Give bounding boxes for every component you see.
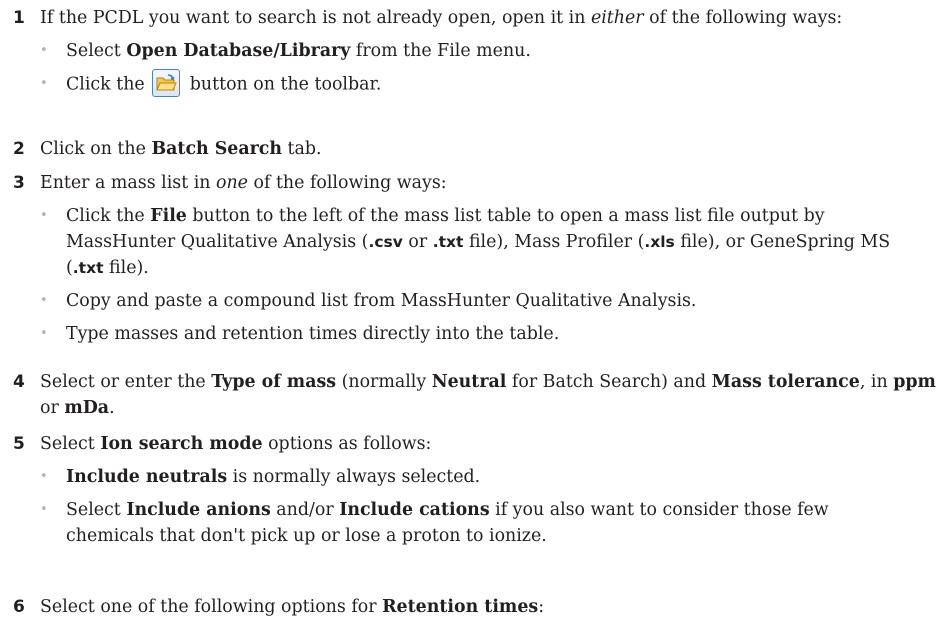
step-number: 2	[13, 139, 25, 159]
emphasis: one	[216, 173, 248, 193]
step-1: 1 If the PCDL you want to search is not …	[0, 5, 945, 99]
bullet-item: Copy and paste a compound list from Mass…	[40, 288, 920, 314]
bullet-item: Select Include anions and/or Include cat…	[40, 497, 900, 549]
file-ext: .txt	[432, 233, 464, 251]
step-5: 5 Select Ion search mode options as foll…	[0, 431, 945, 549]
bullet-list: Include neutrals is normally always sele…	[40, 464, 900, 549]
open-folder-icon	[152, 69, 181, 97]
step-text: Select or enter the Type of mass (normal…	[40, 372, 936, 418]
bullet-item: Type masses and retention times directly…	[40, 321, 920, 347]
tab-ref: Batch Search	[151, 139, 283, 159]
step-text: Enter a mass list in one of the followin…	[40, 173, 447, 193]
file-ext: .csv	[368, 233, 403, 251]
step-text: Select one of the following options for …	[40, 597, 545, 617]
step-number: 4	[13, 372, 25, 392]
bullet-list: Select Open Database/Library from the Fi…	[40, 38, 945, 99]
file-ext: .txt	[72, 259, 104, 277]
bullet-list: Click the File button to the left of the…	[40, 203, 920, 347]
step-number: 3	[13, 173, 25, 193]
step-4: 4 Select or enter the Type of mass (norm…	[0, 369, 945, 421]
step-number: 5	[13, 434, 25, 454]
step-number: 1	[13, 8, 25, 28]
step-text: Click on the Batch Search tab.	[40, 139, 322, 159]
bullet-item: Include neutrals is normally always sele…	[40, 464, 900, 490]
file-ext: .xls	[644, 233, 675, 251]
instruction-page: 1 If the PCDL you want to search is not …	[0, 0, 945, 637]
step-text: If the PCDL you want to search is not al…	[40, 8, 843, 28]
bullet-item: Click the File button to the left of the…	[40, 203, 920, 281]
emphasis: either	[590, 8, 644, 28]
bullet-item: Click the button on the toolbar.	[40, 69, 945, 99]
button-ref: File	[150, 206, 187, 226]
step-text: Select Ion search mode options as follow…	[40, 434, 432, 454]
menu-item-ref: Open Database/Library	[126, 41, 351, 61]
bullet-item: Select Open Database/Library from the Fi…	[40, 38, 945, 64]
step-number: 6	[13, 597, 25, 617]
step-3: 3 Enter a mass list in one of the follow…	[0, 170, 945, 347]
step-6: 6 Select one of the following options fo…	[0, 594, 945, 620]
step-2: 2 Click on the Batch Search tab.	[0, 136, 945, 162]
